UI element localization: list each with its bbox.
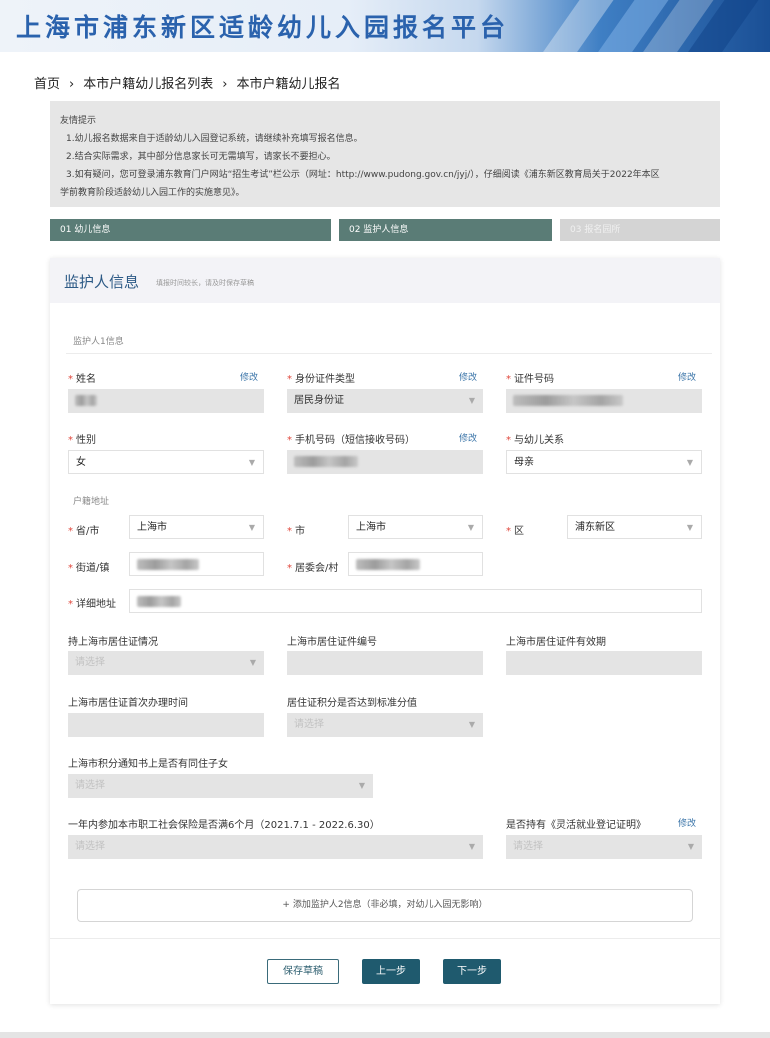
step-progress: 01 幼儿信息 02 监护人信息 03 报名园所 bbox=[50, 219, 720, 241]
id-type-label: * 身份证件类型 bbox=[287, 374, 355, 385]
district-select[interactable]: 浦东新区 ▼ bbox=[567, 515, 702, 539]
form-subtitle: 填报时间较长，请及时保存草稿 bbox=[156, 279, 254, 287]
breadcrumb-separator-icon: › bbox=[69, 77, 75, 92]
next-step-button[interactable]: 下一步 bbox=[443, 959, 501, 984]
street-label: * 街道/镇 bbox=[68, 563, 110, 574]
divider bbox=[66, 353, 712, 354]
tips-line-3: 3.如有疑问，您可登录浦东教育门户网站“招生考试”栏公示（网址：http://w… bbox=[66, 170, 660, 180]
committee-input[interactable] bbox=[348, 552, 483, 576]
detail-address-label: * 详细地址 bbox=[68, 599, 116, 610]
tips-line-3-cont: 学前教育阶段适龄幼儿入园工作的实施意见》。 bbox=[60, 188, 245, 198]
residence-first-date-field[interactable] bbox=[68, 713, 264, 737]
province-label: * 省/市 bbox=[68, 526, 100, 537]
section-guardian1: 监护人1信息 bbox=[73, 337, 124, 347]
flexible-employment-label: 是否持有《灵活就业登记证明》 bbox=[506, 820, 646, 831]
form-title: 监护人信息 bbox=[64, 273, 140, 291]
tips-title: 友情提示 bbox=[60, 116, 97, 126]
residence-permit-no-label: 上海市居住证件编号 bbox=[287, 637, 377, 648]
id-type-edit-link[interactable]: 修改 bbox=[459, 370, 477, 383]
phone-edit-link[interactable]: 修改 bbox=[459, 431, 477, 444]
id-number-edit-link[interactable]: 修改 bbox=[678, 370, 696, 383]
residence-first-date-label: 上海市居住证首次办理时间 bbox=[68, 698, 188, 709]
breadcrumb-current: 本市户籍幼儿报名 bbox=[236, 77, 341, 92]
street-input[interactable] bbox=[129, 552, 264, 576]
relation-select[interactable]: 母亲 ▼ bbox=[506, 450, 702, 474]
breadcrumb-list[interactable]: 本市户籍幼儿报名列表 bbox=[83, 77, 213, 92]
gender-select[interactable]: 女 ▼ bbox=[68, 450, 264, 474]
id-type-select[interactable]: 居民身份证 ▼ bbox=[287, 389, 483, 413]
social-insurance-label: 一年内参加本市职工社会保险是否满6个月（2021.7.1 - 2022.6.30… bbox=[68, 820, 380, 831]
tips-panel: 友情提示 1.幼儿报名数据来自于适龄幼儿入园登记系统，请继续补充填写报名信息。 … bbox=[50, 101, 720, 207]
residence-permit-validity-label: 上海市居住证件有效期 bbox=[506, 637, 606, 648]
name-label: * 姓名 bbox=[68, 374, 96, 385]
points-notice-select[interactable]: 请选择 ▼ bbox=[68, 774, 373, 798]
step-child-info: 01 幼儿信息 bbox=[50, 219, 331, 241]
tips-line-2: 2.结合实际需求，其中部分信息家长可无需填写，请家长不要担心。 bbox=[66, 152, 336, 162]
points-notice-label: 上海市积分通知书上是否有同住子女 bbox=[68, 759, 228, 770]
residence-points-select[interactable]: 请选择 ▼ bbox=[287, 713, 483, 737]
header-banner: 上海市浦东新区适龄幼儿入园报名平台 bbox=[0, 0, 770, 52]
residence-permit-label: 持上海市居住证情况 bbox=[68, 637, 158, 648]
flexible-employment-edit-link[interactable]: 修改 bbox=[678, 816, 696, 829]
breadcrumb-home[interactable]: 首页 bbox=[34, 77, 60, 92]
id-number-field[interactable] bbox=[506, 389, 702, 413]
card-header: 监护人信息 填报时间较长，请及时保存草稿 bbox=[50, 258, 720, 303]
residence-permit-select[interactable]: 请选择 ▼ bbox=[68, 651, 264, 675]
name-edit-link[interactable]: 修改 bbox=[240, 370, 258, 383]
prev-step-button[interactable]: 上一步 bbox=[362, 959, 420, 984]
city-select[interactable]: 上海市 ▼ bbox=[348, 515, 483, 539]
relation-label: * 与幼儿关系 bbox=[506, 435, 564, 446]
phone-field[interactable] bbox=[287, 450, 483, 474]
step-kindergarten: 03 报名园所 bbox=[560, 219, 720, 241]
breadcrumb: 首页 › 本市户籍幼儿报名列表 › 本市户籍幼儿报名 bbox=[34, 73, 340, 92]
divider bbox=[50, 938, 720, 939]
breadcrumb-separator-icon: › bbox=[222, 77, 228, 92]
id-number-label: * 证件号码 bbox=[506, 374, 554, 385]
section-hukou-address: 户籍地址 bbox=[73, 497, 110, 507]
residence-permit-validity-field[interactable] bbox=[506, 651, 702, 675]
site-title: 上海市浦东新区适龄幼儿入园报名平台 bbox=[16, 13, 510, 42]
district-label: * 区 bbox=[506, 526, 524, 537]
residence-points-label: 居住证积分是否达到标准分值 bbox=[287, 698, 417, 709]
committee-label: * 居委会/村 bbox=[287, 563, 339, 574]
flexible-employment-select[interactable]: 请选择 ▼ bbox=[506, 835, 702, 859]
add-guardian2-button[interactable]: + 添加监护人2信息（非必填，对幼儿入园无影响） bbox=[77, 889, 693, 922]
residence-permit-no-field[interactable] bbox=[287, 651, 483, 675]
city-label: * 市 bbox=[287, 526, 305, 537]
step-guardian-info: 02 监护人信息 bbox=[339, 219, 552, 241]
phone-label: * 手机号码（短信接收号码） bbox=[287, 435, 415, 446]
name-field[interactable] bbox=[68, 389, 264, 413]
guardian-form-card: 监护人信息 填报时间较长，请及时保存草稿 监护人1信息 * 姓名 修改 * 身份证件… bbox=[50, 258, 720, 1004]
save-draft-button[interactable]: 保存草稿 bbox=[267, 959, 339, 984]
detail-address-input[interactable] bbox=[129, 589, 702, 613]
social-insurance-select[interactable]: 请选择 ▼ bbox=[68, 835, 483, 859]
bottom-strip bbox=[0, 1032, 770, 1038]
province-select[interactable]: 上海市 ▼ bbox=[129, 515, 264, 539]
gender-label: * 性别 bbox=[68, 435, 96, 446]
tips-line-1: 1.幼儿报名数据来自于适龄幼儿入园登记系统，请继续补充填写报名信息。 bbox=[66, 134, 363, 144]
